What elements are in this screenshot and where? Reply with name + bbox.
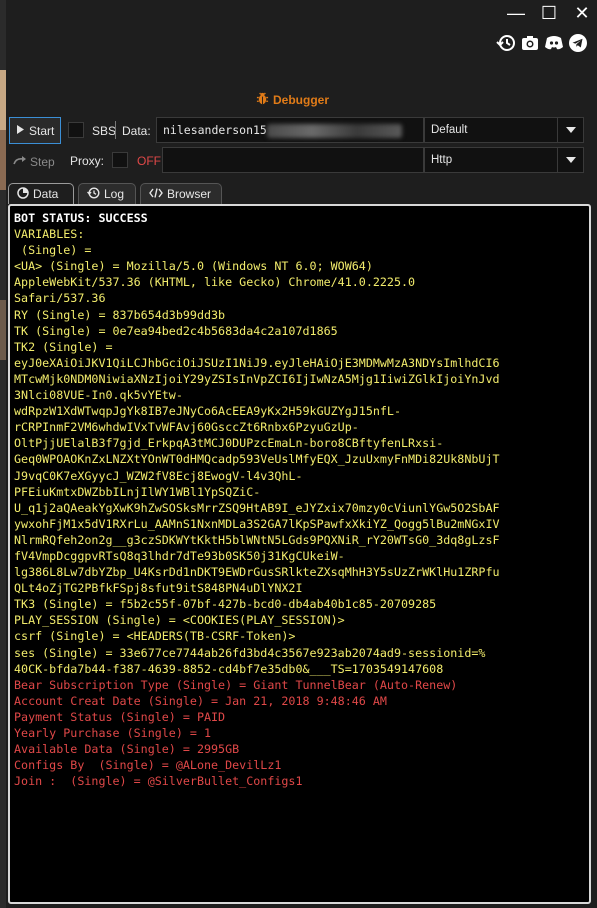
proxy-type-select[interactable]: Http <box>424 147 584 173</box>
discord-icon[interactable] <box>543 32 565 54</box>
output-line: fV4VmpDcggpvRTsQ8q3lhdr7dTe93b0SK50j31Kg… <box>14 548 345 563</box>
chevron-down-icon <box>557 148 583 172</box>
output-panel[interactable]: BOT STATUS: SUCCESS VARIABLES: (Single) =… <box>8 204 591 904</box>
data-input[interactable]: nilesanderson15 <box>156 117 424 143</box>
redacted-text <box>266 123 402 138</box>
maximize-icon: ☐ <box>540 3 558 23</box>
output-line: QLt4oZjTG2PBfkFSpj8sfut9itS848PN4uDlYNX2… <box>14 581 303 596</box>
data-icon <box>17 186 29 202</box>
history-icon <box>87 186 100 202</box>
data-label: Data: <box>122 124 151 138</box>
tab-browser-label: Browser <box>167 187 212 201</box>
tool-icons <box>495 32 589 54</box>
sbs-checkbox[interactable] <box>68 122 84 138</box>
output-line: Account Creat Date (Single) = Jan 21, 20… <box>14 693 387 708</box>
output-line: 40CK-bfda7b44-f387-4639-8852-cd4bf7e35db… <box>14 661 444 676</box>
debugger-title: Debugger <box>256 92 329 108</box>
step-button[interactable]: Step <box>9 148 63 175</box>
output-line: RY (Single) = 837b654d3b99dd3b <box>14 307 226 322</box>
output-line: rCRPInmF2VM6whdwIVxTvWFAvj60GsccZt6Rnbx6… <box>14 420 359 435</box>
step-button-label: Step <box>30 154 55 169</box>
proxy-checkbox[interactable] <box>112 152 128 168</box>
output-line: ses (Single) = 33e677ce7744ab26fd3bd4c35… <box>14 645 486 660</box>
output-line: lg386L8Lw7dbYZbp_U4KsrDd1nDKT9EWDrGusSRl… <box>14 565 500 580</box>
play-icon <box>16 124 25 138</box>
output-line: wdRpzW1XdWTwqpJgYk8IB7eJNyCo6AcEEA9yKx2H… <box>14 404 402 419</box>
proxy-label: Proxy: <box>70 154 105 168</box>
output-line: TK2 (Single) = <box>14 339 113 354</box>
output-line: OltPjjUElalB3f7gjd_ErkpqA3tMCJ0DUPzcEmaL… <box>14 436 444 451</box>
output-line: Join : (Single) = @SilverBullet_Configs1 <box>14 774 303 789</box>
wordlist-type-value: Default <box>431 124 468 136</box>
output-line: Bear Subscription Type (Single) = Giant … <box>14 677 458 692</box>
close-icon: ✕ <box>574 3 590 23</box>
proxy-status: OFF <box>137 154 161 168</box>
output-line: NlrmRQfeh2on2g__g3czSDKWYtKktH5blWNtN5LG… <box>14 532 500 547</box>
output-line: 3Nlci08VUE-In0.qk5vYEtw- <box>14 388 183 403</box>
tab-browser[interactable]: Browser <box>140 183 222 204</box>
start-button-label: Start <box>29 123 55 138</box>
output-line: PFEiuKmtxDWZbbILnjIlWY1WBl1YpSQZiC- <box>14 484 261 499</box>
history-icon[interactable] <box>495 32 517 54</box>
output-line: Payment Status (Single) = PAID <box>14 709 226 724</box>
divider <box>115 121 116 139</box>
debugger-window: — ☐ ✕ Debugger Start SBS Data: nilesande… <box>6 0 597 908</box>
code-icon <box>149 187 163 201</box>
output-line: Configs By (Single) = @ALone_DevilLz1 <box>14 758 282 773</box>
tab-log[interactable]: Log <box>78 183 136 204</box>
output-line: Available Data (Single) = 2995GB <box>14 742 240 757</box>
minimize-button[interactable]: — <box>503 2 529 24</box>
wordlist-type-select[interactable]: Default <box>424 117 584 143</box>
redo-icon <box>13 155 27 169</box>
output-line: J9vqC0K7eXGyycJ_WZW2fV8Ecj8EwogV-l4v3QhL… <box>14 468 303 483</box>
output-line: <UA> (Single) = Mozilla/5.0 (Windows NT … <box>14 259 373 274</box>
debugger-title-text: Debugger <box>273 93 330 107</box>
output-line: csrf (Single) = <HEADERS(TB-CSRF-Token)> <box>14 629 296 644</box>
output-line: MTcwMjk0NDM0NiwiaXNzIjoiY29yZSIsInVpZCI6… <box>14 371 500 386</box>
start-button[interactable]: Start <box>9 117 61 144</box>
tab-data[interactable]: Data <box>8 183 74 204</box>
output-line: TK (Single) = 0e7ea94bed2c4b5683da4c2a10… <box>14 323 338 338</box>
proxy-input[interactable] <box>162 147 424 173</box>
output-line: PLAY_SESSION (Single) = <COOKIES(PLAY_SE… <box>14 613 345 628</box>
output-line: (Single) = <box>14 243 92 258</box>
output-line: Yearly Purchase (Single) = 1 <box>14 726 212 740</box>
chevron-down-icon <box>557 118 583 142</box>
output-line: AppleWebKit/537.36 (KHTML, like Gecko) C… <box>14 275 416 290</box>
bug-icon <box>256 92 269 108</box>
maximize-button[interactable]: ☐ <box>536 2 562 24</box>
output-line: Geq0WPOAOKnZxLNZXtYOnWT0dHMQcadp593VeUsl… <box>14 452 500 467</box>
output-line: eyJ0eXAiOiJKV1QiLCJhbGciOiJSUzI1NiJ9.eyJ… <box>14 355 500 370</box>
camera-icon[interactable] <box>519 32 541 54</box>
tab-data-label: Data <box>33 187 59 201</box>
tab-log-label: Log <box>104 187 125 201</box>
minimize-icon: — <box>507 3 525 23</box>
output-line: VARIABLES: <box>14 227 85 242</box>
telegram-icon[interactable] <box>567 32 589 54</box>
close-button[interactable]: ✕ <box>569 2 595 24</box>
output-line: U_q1j2aQAeakYgXwK9hZwSOSksMrrZSQ9HtAB9I_… <box>14 500 500 515</box>
proxy-type-value: Http <box>431 154 453 166</box>
sbs-label: SBS <box>92 124 117 138</box>
output-line: TK3 (Single) = f5b2c55f-07bf-427b-bcd0-d… <box>14 597 437 612</box>
output-line: BOT STATUS: SUCCESS <box>14 211 148 225</box>
output-line: Safari/537.36 <box>14 291 106 306</box>
data-input-value: nilesanderson15 <box>163 123 267 137</box>
output-line: ywxohFjM1x5dV1RXrLu_AAMnS1NxnMDLa3S2GA7l… <box>14 516 500 531</box>
